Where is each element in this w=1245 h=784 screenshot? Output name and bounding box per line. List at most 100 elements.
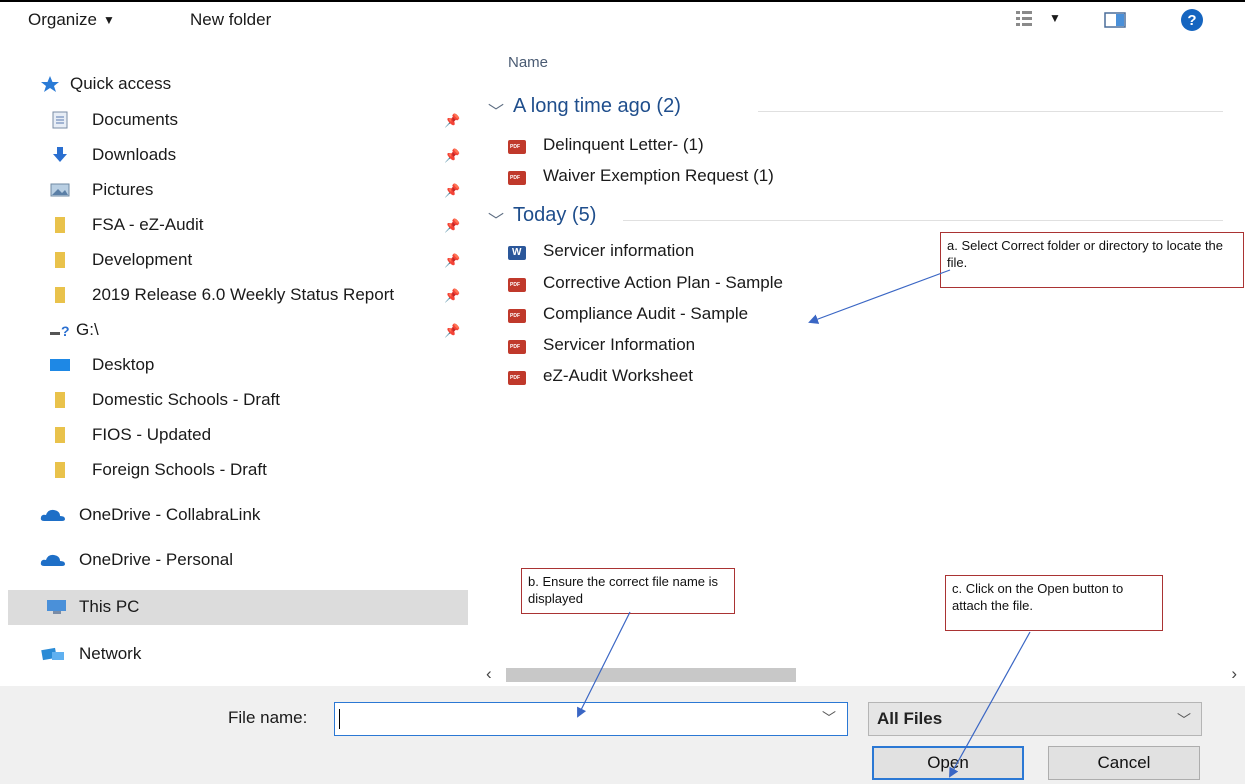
sidebar-item-documents[interactable]: Documents 📌 [0,103,468,138]
scroll-right-icon[interactable]: › [1231,664,1237,684]
file-item[interactable]: Servicer Information [508,334,928,364]
cloud-icon [40,551,66,569]
sidebar-item-label: Network [79,644,142,663]
chevron-down-icon: ▼ [1049,11,1061,25]
file-name: Servicer Information [543,335,696,354]
sidebar-item-network[interactable]: Network [0,637,468,672]
folder-icon [50,216,70,234]
folder-icon [50,251,70,269]
sidebar-item-fsa-ez-audit[interactable]: FSA - eZ-Audit 📌 [0,208,468,243]
pdf-file-icon [508,278,526,292]
sidebar-item-foreign-schools[interactable]: Foreign Schools - Draft [0,453,468,488]
file-item[interactable]: Compliance Audit - Sample [508,303,928,333]
callout-ensure-file-name: b. Ensure the correct file name is displ… [521,568,735,614]
cancel-button[interactable]: Cancel [1048,746,1200,780]
organize-label: Organize [28,10,97,29]
sidebar-item-weekly-status-report[interactable]: 2019 Release 6.0 Weekly Status Report 📌 [0,278,468,313]
text-cursor [339,709,340,729]
new-folder-button[interactable]: New folder [190,10,271,30]
sidebar-item-label: Quick access [70,74,172,93]
star-icon [40,75,60,93]
sidebar-item-label: FSA - eZ-Audit [92,215,204,234]
pictures-icon [50,181,70,199]
sidebar-item-fios-updated[interactable]: FIOS - Updated [0,418,468,453]
organize-button[interactable]: Organize ▼ [28,10,115,30]
pdf-file-icon [508,371,526,385]
folder-icon [50,426,70,444]
folder-icon [50,461,70,479]
file-type-select[interactable]: All Files ﹀ [868,702,1202,736]
file-name: eZ-Audit Worksheet [543,366,693,385]
pin-icon: 📌 [444,288,461,303]
top-border [0,0,1245,2]
file-item[interactable]: Corrective Action Plan - Sample [508,272,928,302]
sidebar-item-label: G:\ [76,320,99,339]
callout-select-folder: a. Select Correct folder or directory to… [940,232,1244,288]
file-item[interactable]: Servicer information [508,240,928,270]
sidebar-item-onedrive-personal[interactable]: OneDrive - Personal [0,543,468,578]
sidebar-item-label: OneDrive - CollabraLink [79,505,261,524]
toolbar: Organize ▼ New folder ▼ ? [0,0,1245,46]
sidebar-item-label: Downloads [92,145,177,164]
view-list-icon [1016,11,1032,26]
network-drive-icon: ? [50,321,70,339]
sidebar-item-label: 2019 Release 6.0 Weekly Status Report [92,285,395,304]
navigation-pane: Quick access Documents 📌 Downloads 📌 Pic… [0,46,480,682]
view-options-button[interactable]: ▼ [1015,9,1061,32]
sidebar-item-label: Development [92,250,193,269]
cloud-icon [40,506,66,524]
pin-icon: 📌 [444,148,461,163]
group-title: Today (5) [513,204,597,226]
pdf-file-icon [508,140,526,154]
download-arrow-icon [50,146,70,164]
sidebar-item-label: This PC [79,597,140,616]
scrollbar-thumb[interactable] [506,668,796,682]
sidebar-item-label: Pictures [92,180,154,199]
pdf-file-icon [508,340,526,354]
group-title: A long time ago (2) [513,95,681,117]
group-divider [758,111,1223,112]
sidebar-item-domestic-schools[interactable]: Domestic Schools - Draft [0,383,468,418]
horizontal-scrollbar[interactable]: ‹ › [480,664,1245,686]
sidebar-item-pictures[interactable]: Pictures 📌 [0,173,468,208]
sidebar-item-label: Domestic Schools - Draft [92,390,280,409]
pdf-file-icon [508,171,526,185]
chevron-down-icon: ﹀ [488,104,505,121]
sidebar-item-label: Foreign Schools - Draft [92,460,267,479]
chevron-down-icon[interactable]: ﹀ [822,708,836,728]
sidebar-item-onedrive-collabralink[interactable]: OneDrive - CollabraLink [0,498,468,533]
file-item[interactable]: eZ-Audit Worksheet [508,365,928,395]
file-name-input[interactable] [334,702,848,736]
svg-text:?: ? [1187,12,1196,29]
sidebar-item-desktop[interactable]: Desktop [0,348,468,383]
file-item[interactable]: Waiver Exemption Request (1) [508,165,928,195]
file-name: Delinquent Letter- (1) [543,135,704,154]
computer-icon [46,598,66,616]
sidebar-item-downloads[interactable]: Downloads 📌 [0,138,468,173]
chevron-down-icon: ﹀ [488,213,505,230]
scroll-left-icon[interactable]: ‹ [486,664,492,684]
group-header-today[interactable]: ﹀ Today (5) [488,204,1223,235]
preview-pane-icon [1104,12,1126,28]
preview-pane-button[interactable] [1104,12,1126,33]
file-name: Waiver Exemption Request (1) [543,166,774,185]
name-column-header[interactable]: Name [508,54,548,71]
file-item[interactable]: Delinquent Letter- (1) [508,134,928,164]
file-name: Compliance Audit - Sample [543,304,749,323]
chevron-down-icon: ﹀ [1177,712,1191,728]
sidebar-item-this-pc[interactable]: This PC [8,590,468,625]
sidebar-item-development[interactable]: Development 📌 [0,243,468,278]
group-divider [623,220,1223,221]
file-name: Servicer information [543,241,695,260]
documents-icon [50,111,70,129]
file-name-label: File name: [228,708,308,727]
sidebar-item-g-drive[interactable]: ? G:\ 📌 [0,313,468,348]
group-header-long-time-ago[interactable]: ﹀ A long time ago (2) [488,95,1223,126]
file-type-value: All Files [877,709,943,728]
open-button[interactable]: Open [872,746,1024,780]
chevron-down-icon: ▼ [102,13,115,27]
help-button[interactable]: ? [1180,8,1204,37]
sidebar-item-label: Desktop [92,355,155,374]
sidebar-item-quick-access[interactable]: Quick access [0,67,468,102]
folder-icon [50,286,70,304]
